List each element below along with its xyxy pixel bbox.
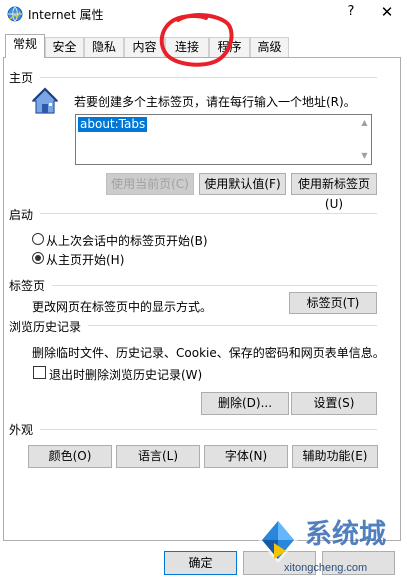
delete-on-exit-checkbox[interactable] bbox=[33, 366, 46, 379]
fonts-button[interactable]: 字体(N) bbox=[204, 445, 288, 468]
use-default-button[interactable]: 使用默认值(F) bbox=[199, 173, 286, 195]
accessibility-button[interactable]: 辅助功能(E) bbox=[292, 445, 378, 468]
tab-general[interactable]: 常规 bbox=[5, 34, 45, 58]
homepage-divider bbox=[40, 77, 377, 78]
languages-button[interactable]: 语言(L) bbox=[116, 445, 200, 468]
watermark-url: xitongcheng.com bbox=[284, 562, 368, 574]
textarea-scroll-up-icon[interactable]: ▲ bbox=[359, 118, 370, 128]
tabs-divider bbox=[52, 285, 377, 286]
tabs-settings-button[interactable]: 标签页(T) bbox=[289, 292, 377, 314]
close-button[interactable]: ✕ bbox=[379, 3, 395, 23]
textarea-scroll-down-icon[interactable]: ▼ bbox=[359, 151, 370, 161]
ok-button[interactable]: 确定 bbox=[164, 551, 237, 575]
appearance-divider bbox=[40, 429, 377, 430]
startup-divider bbox=[40, 213, 377, 214]
tab-advanced[interactable]: 高级 bbox=[250, 37, 289, 57]
tab-privacy[interactable]: 隐私 bbox=[84, 37, 124, 57]
history-description: 删除临时文件、历史记录、Cookie、保存的密码和网页表单信息。 bbox=[32, 346, 385, 360]
radio-last-session[interactable] bbox=[32, 233, 44, 245]
radio-homepage-label[interactable]: 从主页开始(H) bbox=[46, 251, 124, 268]
history-settings-button[interactable]: 设置(S) bbox=[291, 392, 377, 415]
radio-last-session-label[interactable]: 从上次会话中的标签页开始(B) bbox=[46, 232, 208, 249]
delete-history-button[interactable]: 删除(D)... bbox=[201, 392, 289, 415]
radio-homepage[interactable] bbox=[32, 252, 44, 264]
internet-options-icon bbox=[7, 6, 23, 22]
homepage-url-value[interactable]: about:Tabs bbox=[78, 117, 148, 132]
use-current-button[interactable]: 使用当前页(C) bbox=[106, 173, 194, 195]
history-section-title: 浏览历史记录 bbox=[9, 320, 82, 334]
tab-security[interactable]: 安全 bbox=[45, 37, 84, 57]
red-annotation-circle bbox=[159, 13, 234, 67]
tabs-description: 更改网页在标签页中的显示方式。 bbox=[32, 300, 213, 314]
tabs-section-title: 标签页 bbox=[9, 279, 46, 293]
delete-on-exit-label[interactable]: 退出时删除浏览历史记录(W) bbox=[49, 366, 202, 383]
homepage-description: 若要创建多个主标签页，请在每行输入一个地址(R)。 bbox=[74, 95, 356, 109]
help-button[interactable]: ? bbox=[343, 4, 359, 22]
homepage-section-title: 主页 bbox=[9, 71, 34, 85]
use-new-tab-button[interactable]: 使用新标签页(U) bbox=[291, 173, 377, 211]
watermark-logo-icon bbox=[258, 517, 298, 563]
startup-section-title: 启动 bbox=[9, 208, 34, 222]
colors-button[interactable]: 颜色(O) bbox=[28, 445, 112, 468]
window-title: Internet 属性 bbox=[28, 8, 104, 22]
history-divider bbox=[88, 325, 377, 326]
appearance-section-title: 外观 bbox=[9, 423, 34, 437]
house-icon bbox=[31, 87, 59, 114]
watermark-text: 系统城 bbox=[305, 519, 386, 550]
